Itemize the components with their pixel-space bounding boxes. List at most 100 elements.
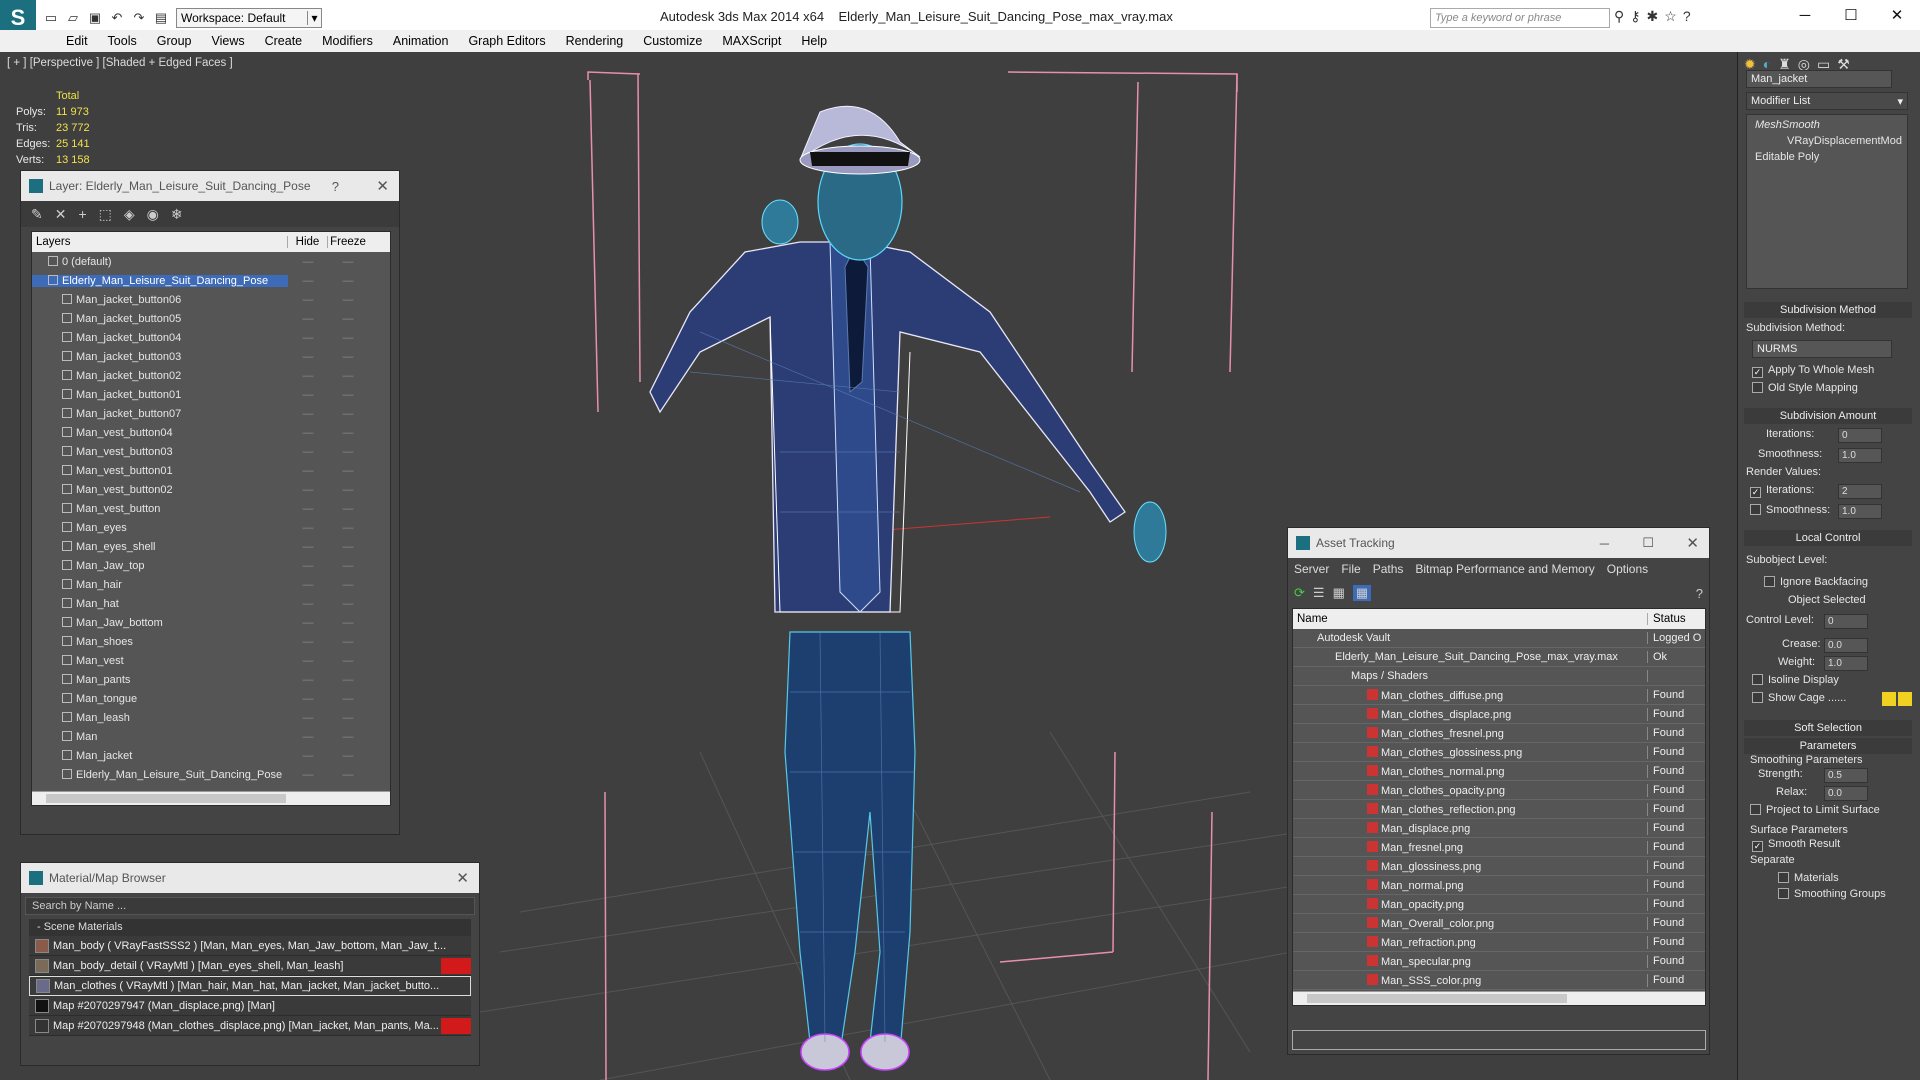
- help-icon[interactable]: ?: [1696, 586, 1703, 601]
- material-row[interactable]: Map #2070297948 (Man_clothes_displace.pn…: [29, 1016, 471, 1036]
- star-icon[interactable]: ☆: [1664, 8, 1677, 25]
- layer-row[interactable]: Man_shoes — —: [32, 632, 390, 651]
- stack-item-meshsmooth[interactable]: MeshSmooth: [1755, 119, 1820, 131]
- asset-row[interactable]: Man_fresnel.png Found: [1293, 838, 1705, 857]
- refresh-icon[interactable]: ⟳: [1294, 585, 1305, 601]
- rollout-subdivision-amount[interactable]: Subdivision Amount: [1744, 408, 1912, 424]
- apply-whole-mesh-checkbox[interactable]: ✓ Apply To Whole Mesh: [1752, 364, 1874, 378]
- search-input[interactable]: Type a keyword or phrase: [1430, 8, 1610, 28]
- freeze-toggle[interactable]: —: [328, 617, 368, 629]
- highlight-layer-icon[interactable]: ◈: [124, 206, 135, 223]
- layer-row[interactable]: Man_eyes — —: [32, 518, 390, 537]
- render-iterations-spinner[interactable]: 2: [1838, 484, 1882, 499]
- smooth-result-checkbox[interactable]: ✓ Smooth Result: [1752, 838, 1840, 852]
- list-view-icon[interactable]: ☰: [1313, 585, 1325, 601]
- asset-tracking-titlebar[interactable]: Asset Tracking ✕ ☐ ─: [1288, 528, 1709, 558]
- freeze-all-icon[interactable]: ❄: [171, 206, 183, 223]
- freeze-toggle[interactable]: —: [328, 636, 368, 648]
- hide-toggle[interactable]: —: [288, 560, 328, 572]
- create-layer-icon[interactable]: ✎: [31, 206, 43, 223]
- layer-row[interactable]: Man_jacket — —: [32, 746, 390, 765]
- col-freeze[interactable]: Freeze: [328, 236, 368, 248]
- asset-row[interactable]: Man_glossiness.png Found: [1293, 857, 1705, 876]
- freeze-toggle[interactable]: —: [328, 294, 368, 306]
- render-iterations-checkbox[interactable]: ✓ Iterations:: [1750, 484, 1814, 498]
- material-search-input[interactable]: Search by Name ...: [25, 897, 475, 915]
- freeze-toggle[interactable]: —: [328, 503, 368, 515]
- freeze-toggle[interactable]: —: [328, 332, 368, 344]
- asset-row[interactable]: Man_normal.png Found: [1293, 876, 1705, 895]
- hide-toggle[interactable]: —: [288, 712, 328, 724]
- col-layers[interactable]: Layers: [32, 236, 288, 248]
- freeze-toggle[interactable]: —: [328, 484, 368, 496]
- menu-animation[interactable]: Animation: [383, 34, 459, 48]
- layer-row[interactable]: Man_leash — —: [32, 708, 390, 727]
- freeze-toggle[interactable]: —: [328, 408, 368, 420]
- menu-tools[interactable]: Tools: [98, 34, 147, 48]
- freeze-toggle[interactable]: —: [328, 712, 368, 724]
- minimize-icon[interactable]: ─: [1782, 0, 1828, 30]
- subdivision-method-dropdown[interactable]: NURMS: [1752, 340, 1892, 358]
- ignore-backfacing-checkbox[interactable]: Ignore Backfacing: [1764, 576, 1868, 588]
- layer-row[interactable]: Man_pants — —: [32, 670, 390, 689]
- layer-row[interactable]: Man_jacket_button02 — —: [32, 366, 390, 385]
- freeze-toggle[interactable]: —: [328, 275, 368, 287]
- menu-customize[interactable]: Customize: [633, 34, 712, 48]
- project-folder-icon[interactable]: ▤: [152, 9, 170, 27]
- freeze-toggle[interactable]: —: [328, 446, 368, 458]
- menu-group[interactable]: Group: [147, 34, 202, 48]
- add-to-layer-icon[interactable]: +: [78, 206, 86, 222]
- control-level-spinner[interactable]: 0: [1824, 614, 1868, 629]
- asset-row[interactable]: Man_specular.png Found: [1293, 952, 1705, 971]
- layer-row[interactable]: Man_vest — —: [32, 651, 390, 670]
- freeze-toggle[interactable]: —: [328, 598, 368, 610]
- asset-row[interactable]: Man_opacity.png Found: [1293, 895, 1705, 914]
- layer-row[interactable]: Man_vest_button03 — —: [32, 442, 390, 461]
- freeze-toggle[interactable]: —: [328, 769, 368, 781]
- layer-row[interactable]: Man_Jaw_top — —: [32, 556, 390, 575]
- asset-row-vault[interactable]: Autodesk Vault Logged O: [1293, 629, 1705, 648]
- rollout-local-control[interactable]: Local Control: [1744, 530, 1912, 546]
- iterations-spinner[interactable]: 0: [1838, 428, 1882, 443]
- hide-toggle[interactable]: —: [288, 294, 328, 306]
- stack-item-editable-poly[interactable]: Editable Poly: [1755, 151, 1819, 163]
- save-icon[interactable]: ▣: [86, 9, 104, 27]
- hide-toggle[interactable]: —: [288, 503, 328, 515]
- layer-row[interactable]: Man_jacket_button05 — —: [32, 309, 390, 328]
- help-icon[interactable]: ?: [332, 179, 339, 194]
- materials-checkbox[interactable]: Materials: [1778, 872, 1839, 884]
- maximize-icon[interactable]: ☐: [1828, 0, 1874, 30]
- table-view-icon[interactable]: ▦: [1352, 585, 1372, 601]
- hide-toggle[interactable]: —: [288, 541, 328, 553]
- character-model[interactable]: [649, 105, 1167, 1071]
- asset-row[interactable]: Man_clothes_normal.png Found: [1293, 762, 1705, 781]
- freeze-toggle[interactable]: —: [328, 256, 368, 268]
- layer-row[interactable]: Man_jacket_button07 — —: [32, 404, 390, 423]
- old-style-mapping-checkbox[interactable]: Old Style Mapping: [1752, 382, 1858, 394]
- strength-spinner[interactable]: 0.5: [1824, 768, 1868, 783]
- hide-toggle[interactable]: —: [288, 389, 328, 401]
- isoline-display-checkbox[interactable]: Isoline Display: [1752, 674, 1839, 686]
- key-icon[interactable]: ⚷: [1630, 8, 1640, 25]
- crease-spinner[interactable]: 0.0: [1824, 638, 1868, 653]
- asset-row[interactable]: Man_refraction.png Found: [1293, 933, 1705, 952]
- hide-toggle[interactable]: —: [288, 332, 328, 344]
- delete-layer-icon[interactable]: ✕: [55, 206, 67, 223]
- help-icon[interactable]: ?: [1683, 8, 1691, 25]
- layer-row[interactable]: Man_hair — —: [32, 575, 390, 594]
- thumbnail-view-icon[interactable]: ▦: [1333, 585, 1345, 601]
- menu-modifiers[interactable]: Modifiers: [312, 34, 383, 48]
- asset-row[interactable]: Man_clothes_fresnel.png Found: [1293, 724, 1705, 743]
- close-icon[interactable]: ✕: [376, 177, 389, 195]
- hide-toggle[interactable]: —: [288, 750, 328, 762]
- select-objects-icon[interactable]: ⬚: [99, 206, 112, 223]
- layer-row[interactable]: 0 (default) — —: [32, 252, 390, 271]
- freeze-toggle[interactable]: —: [328, 427, 368, 439]
- layer-row[interactable]: Man_jacket_button01 — —: [32, 385, 390, 404]
- asset-row-file[interactable]: Elderly_Man_Leisure_Suit_Dancing_Pose_ma…: [1293, 648, 1705, 667]
- asset-row[interactable]: Man_Overall_color.png Found: [1293, 914, 1705, 933]
- open-file-icon[interactable]: ▱: [64, 9, 82, 27]
- layer-row[interactable]: Man_vest_button02 — —: [32, 480, 390, 499]
- asset-scrollbar[interactable]: [1293, 991, 1705, 1005]
- minimize-icon[interactable]: ─: [1600, 536, 1609, 551]
